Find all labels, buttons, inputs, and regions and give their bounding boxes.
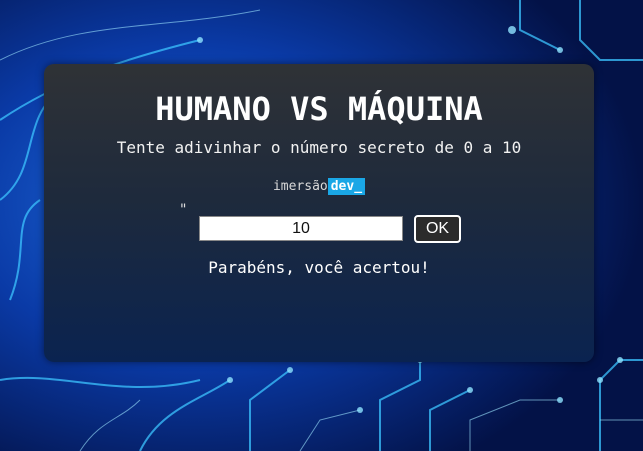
brand-prefix: imersão (272, 179, 328, 194)
brand-highlight: dev_ (327, 178, 366, 195)
brand-logo: imersão dev_ (44, 178, 594, 195)
guess-input[interactable] (199, 216, 403, 241)
page-title: HUMANO VS MÁQUINA (155, 90, 483, 128)
ok-button[interactable]: OK (414, 215, 461, 243)
stray-quote-text: " (179, 202, 188, 218)
instructions-text: Tente adivinhar o número secreto de 0 a … (116, 138, 522, 157)
game-card: HUMANO VS MÁQUINA Tente adivinhar o núme… (44, 64, 594, 362)
result-message: Parabéns, você acertou! (208, 258, 430, 277)
